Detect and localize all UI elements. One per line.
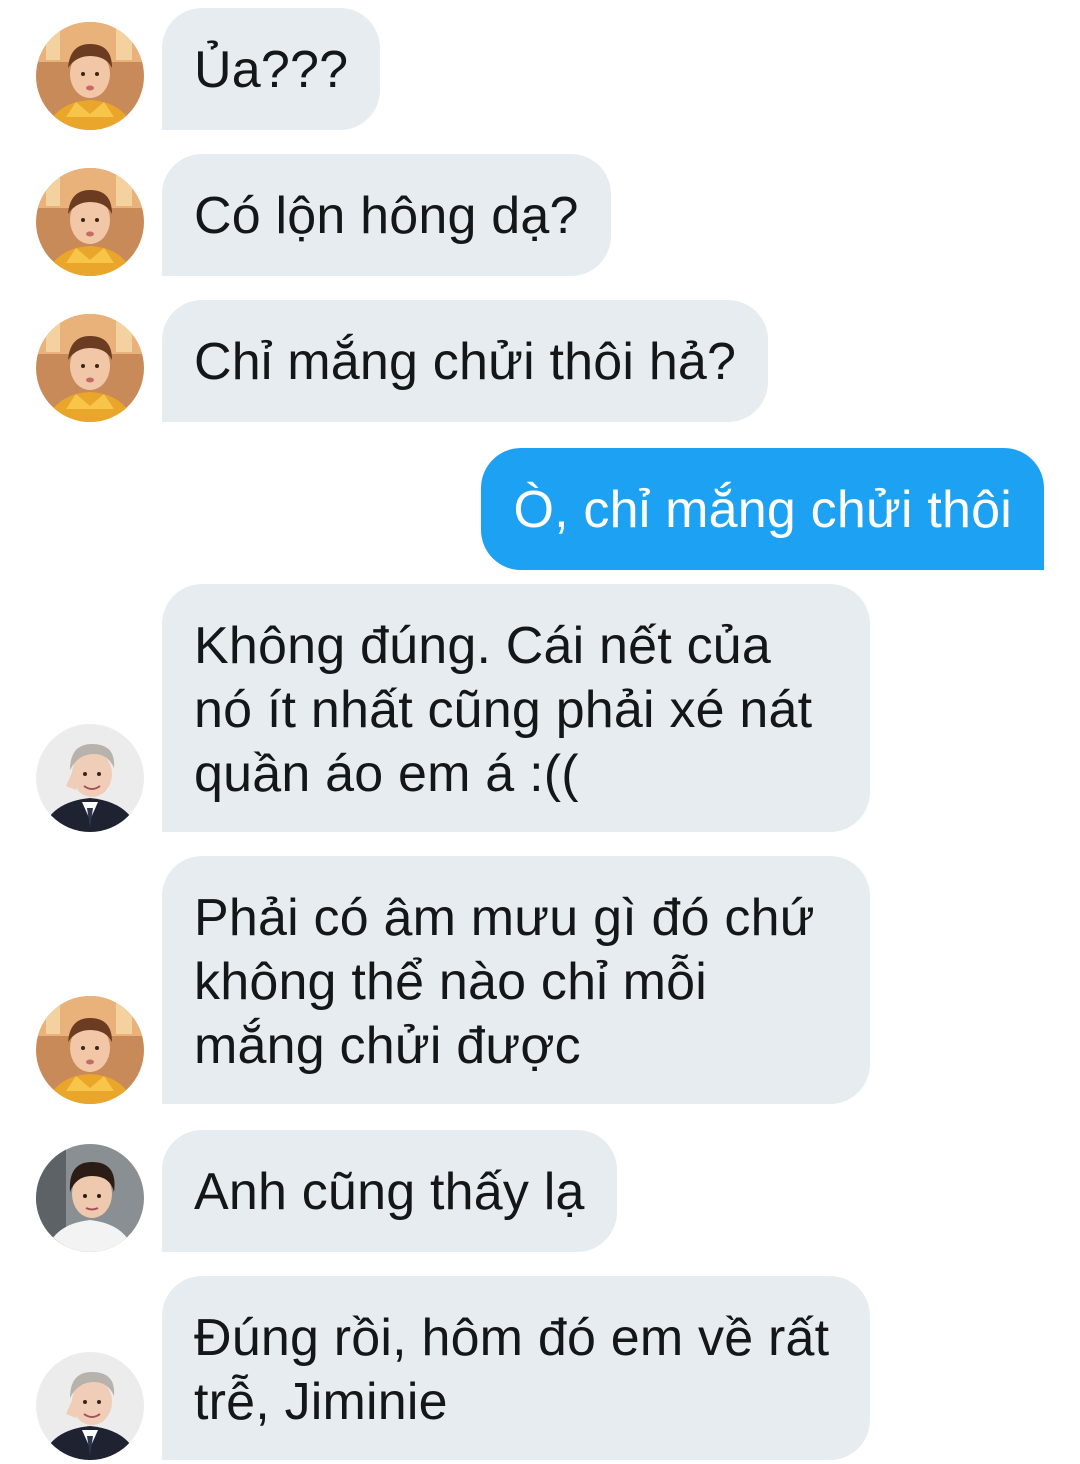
avatar-orange-shirt-icon bbox=[36, 168, 144, 276]
message-row: Có lộn hông dạ? bbox=[0, 154, 1080, 276]
avatar-orange-shirt-icon bbox=[36, 22, 144, 130]
message-row: Chỉ mắng chửi thôi hả? bbox=[0, 300, 1080, 422]
avatar[interactable] bbox=[36, 1352, 144, 1460]
avatar[interactable] bbox=[36, 168, 144, 276]
received-message-bubble: Anh cũng thấy lạ bbox=[162, 1130, 617, 1252]
avatar[interactable] bbox=[36, 724, 144, 832]
received-message-bubble: Có lộn hông dạ? bbox=[162, 154, 611, 276]
received-message-bubble: Không đúng. Cái nết của nó ít nhất cũng … bbox=[162, 584, 870, 832]
avatar-orange-shirt-icon bbox=[36, 314, 144, 422]
avatar-gray-hair-suit-icon bbox=[36, 1352, 144, 1460]
avatar[interactable] bbox=[36, 314, 144, 422]
received-message-bubble: Ủa??? bbox=[162, 8, 381, 130]
message-row: Đúng rồi, hôm đó em về rất trễ, Jiminie bbox=[0, 1276, 1080, 1460]
received-message-bubble: Phải có âm mưu gì đó chứ không thể nào c… bbox=[162, 856, 870, 1104]
avatar-dark-hair-white-shirt-icon bbox=[36, 1144, 144, 1252]
avatar[interactable] bbox=[36, 22, 144, 130]
received-message-bubble: Đúng rồi, hôm đó em về rất trễ, Jiminie bbox=[162, 1276, 870, 1460]
message-row: Anh cũng thấy lạ bbox=[0, 1130, 1080, 1252]
received-message-bubble: Chỉ mắng chửi thôi hả? bbox=[162, 300, 769, 422]
message-row: Không đúng. Cái nết của nó ít nhất cũng … bbox=[0, 584, 1080, 832]
avatar[interactable] bbox=[36, 1144, 144, 1252]
avatar-gray-hair-suit-icon bbox=[36, 724, 144, 832]
avatar-orange-shirt-icon bbox=[36, 996, 144, 1104]
sent-message-bubble: Ò, chỉ mắng chửi thôi bbox=[481, 448, 1044, 570]
message-row: Ủa??? bbox=[0, 8, 1080, 130]
message-row: Ò, chỉ mắng chửi thôi bbox=[0, 448, 1080, 570]
avatar[interactable] bbox=[36, 996, 144, 1104]
message-row: Phải có âm mưu gì đó chứ không thể nào c… bbox=[0, 856, 1080, 1104]
